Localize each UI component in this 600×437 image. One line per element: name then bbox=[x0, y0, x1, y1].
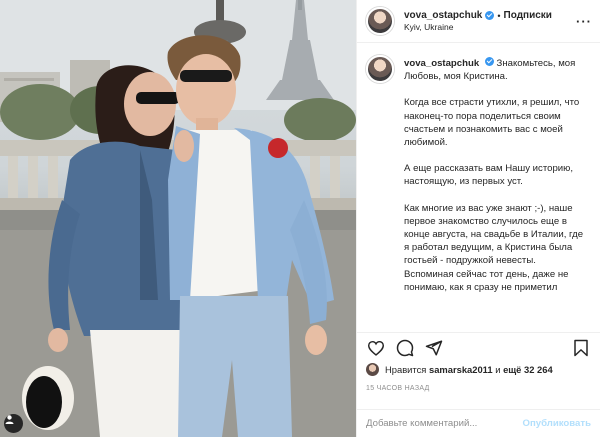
username-link[interactable]: vova_ostapchuk bbox=[404, 10, 482, 21]
liker-avatar[interactable] bbox=[366, 363, 379, 376]
location-link[interactable]: Kyiv, Ukraine bbox=[404, 22, 552, 32]
post-header-meta: vova_ostapchuk • Подписки Kyiv, Ukraine bbox=[404, 10, 552, 32]
comment-input[interactable] bbox=[366, 418, 523, 429]
verified-badge-icon bbox=[485, 11, 495, 20]
post-sidebar: vova_ostapchuk • Подписки Kyiv, Ukraine … bbox=[356, 0, 600, 437]
caption-paragraph: Как многие из вас уже знают ;-), наше пе… bbox=[404, 202, 584, 267]
comment-icon[interactable] bbox=[395, 338, 415, 358]
caption-paragraph: Когда все страсти утихли, я решил, что н… bbox=[404, 97, 580, 149]
share-icon[interactable] bbox=[424, 338, 444, 358]
bookmark-icon[interactable] bbox=[571, 338, 591, 358]
likes-count-link[interactable]: ещё 32 264 bbox=[503, 364, 553, 375]
publish-button[interactable]: Опубликовать bbox=[522, 418, 591, 429]
following-button[interactable]: Подписки bbox=[504, 10, 552, 21]
caption-username-link[interactable]: vova_ostapchuk bbox=[404, 58, 479, 69]
liker-username-link[interactable]: samarska2011 bbox=[429, 364, 493, 375]
heart-icon[interactable] bbox=[366, 338, 386, 358]
likes-middle: и bbox=[495, 364, 501, 375]
post-photo[interactable] bbox=[0, 0, 356, 437]
post-header: vova_ostapchuk • Подписки Kyiv, Ukraine … bbox=[357, 0, 600, 43]
comment-bar: Опубликовать bbox=[357, 409, 600, 437]
likes-summary: Нравится samarska2011 и ещё 32 264 bbox=[366, 363, 553, 376]
post-timestamp[interactable]: 15 часов назад bbox=[366, 385, 430, 392]
caption: vova_ostapchuk Знакомьтесь, моя Любовь, … bbox=[404, 57, 590, 323]
likes-prefix: Нравится bbox=[385, 364, 427, 375]
caption-area: vova_ostapchuk Знакомьтесь, моя Любовь, … bbox=[357, 43, 600, 323]
avatar[interactable] bbox=[366, 7, 394, 35]
user-tags-icon[interactable] bbox=[4, 414, 23, 433]
action-bar bbox=[357, 332, 600, 362]
couple-photo-illustration bbox=[0, 0, 356, 437]
avatar[interactable] bbox=[366, 55, 394, 83]
user-row: vova_ostapchuk • Подписки bbox=[404, 10, 552, 21]
more-horizontal-icon[interactable]: ··· bbox=[576, 14, 592, 29]
caption-paragraph: Вспоминая сейчас тот день, даже не поним… bbox=[404, 268, 569, 293]
caption-paragraph: А еще рассказать вам Нашу историю, насто… bbox=[404, 163, 574, 188]
separator-dot: • bbox=[497, 10, 501, 21]
verified-badge-icon bbox=[484, 57, 494, 66]
